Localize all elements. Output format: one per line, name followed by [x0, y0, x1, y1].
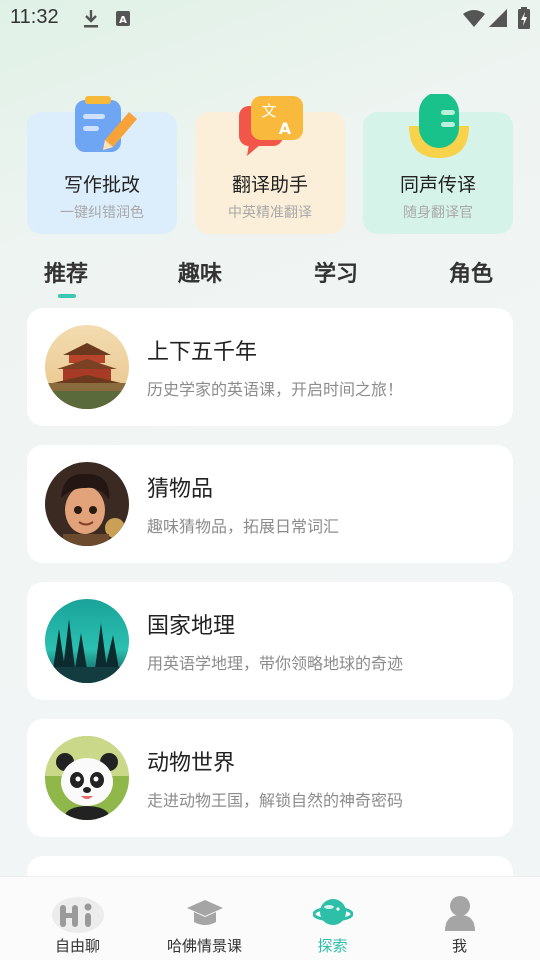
nav-item-explore[interactable]: 探索: [265, 877, 400, 960]
nav-label: 哈佛情景课: [166, 937, 242, 955]
feature-subtitle: 一键纠错润色: [60, 205, 144, 221]
item-title: 猜物品: [147, 477, 214, 502]
nav-label: 探索: [317, 937, 348, 955]
avatar: [45, 736, 129, 820]
wifi-icon: [463, 10, 485, 27]
svg-text:A: A: [279, 119, 292, 138]
item-desc: 趣味猜物品，拓展日常词汇: [147, 517, 340, 536]
feature-card-translate[interactable]: 文 A 翻译助手 中英精准翻译: [195, 96, 345, 234]
nav-item-harvard-course[interactable]: 哈佛情景课: [137, 877, 272, 960]
panda-image: [45, 736, 129, 820]
tab-indicator: [58, 294, 76, 298]
list-item[interactable]: 上下五千年 历史学家的英语课，开启时间之旅！: [27, 308, 513, 426]
tab-role[interactable]: 角色: [449, 256, 493, 288]
chat-hi-icon: [51, 897, 104, 933]
battery-icon: [518, 7, 530, 29]
list-item[interactable]: 国家地理 用英语学地理，带你领略地球的奇迹: [27, 582, 513, 700]
item-title: 国家地理: [147, 614, 236, 639]
avatar: [45, 325, 129, 409]
nav-item-me[interactable]: 我: [392, 877, 527, 960]
list-item[interactable]: 动物世界 走进动物王国，解锁自然的神奇密码: [27, 719, 513, 837]
download-icon: [84, 10, 98, 28]
feature-subtitle: 随身翻译官: [403, 205, 473, 221]
translate-icon: 文 A: [239, 96, 303, 156]
item-desc: 用英语学地理，带你领略地球的奇迹: [147, 654, 404, 673]
item-title: 动物世界: [147, 751, 236, 776]
feature-title: 写作批改: [63, 174, 140, 196]
person-icon: [444, 896, 475, 931]
forbidden-city-image: [45, 325, 129, 409]
feature-title: 同声传译: [399, 174, 476, 196]
graduation-cap-icon: [186, 900, 223, 925]
nav-item-free-chat[interactable]: 自由聊: [10, 877, 145, 960]
keyboard-a-icon: A: [116, 11, 130, 26]
list-item[interactable]: 猜物品 趣味猜物品，拓展日常词汇: [27, 445, 513, 563]
status-bar: 11:32 A: [0, 0, 540, 38]
nav-label: 我: [451, 937, 467, 955]
cartoon-boy-image: [45, 462, 129, 546]
status-time: 11:32: [10, 6, 59, 28]
svg-text:A: A: [119, 15, 127, 26]
microphone-icon: [409, 94, 469, 158]
cell-signal-icon: [489, 9, 507, 27]
feature-card-writing[interactable]: 写作批改 一键纠错润色: [27, 96, 177, 234]
nav-label: 自由聊: [54, 937, 100, 955]
aurora-forest-image: [45, 599, 129, 683]
tab-recommend[interactable]: 推荐: [44, 256, 88, 288]
planet-icon: [312, 899, 353, 925]
feature-subtitle: 中英精准翻译: [228, 205, 312, 221]
svg-text:文: 文: [261, 102, 276, 120]
tab-fun[interactable]: 趣味: [178, 256, 222, 288]
avatar: [45, 599, 129, 683]
item-desc: 历史学家的英语课，开启时间之旅！: [147, 380, 404, 399]
item-desc: 走进动物王国，解锁自然的神奇密码: [147, 791, 404, 810]
bottom-nav: 自由聊 哈佛情景课 探索 我: [0, 876, 540, 960]
tab-study[interactable]: 学习: [314, 256, 358, 288]
avatar: [45, 462, 129, 546]
pencil-notepad-icon: [75, 96, 137, 152]
feature-card-interpret[interactable]: 同声传译 随身翻译官: [363, 94, 513, 234]
item-title: 上下五千年: [147, 340, 258, 365]
feature-title: 翻译助手: [231, 174, 308, 196]
